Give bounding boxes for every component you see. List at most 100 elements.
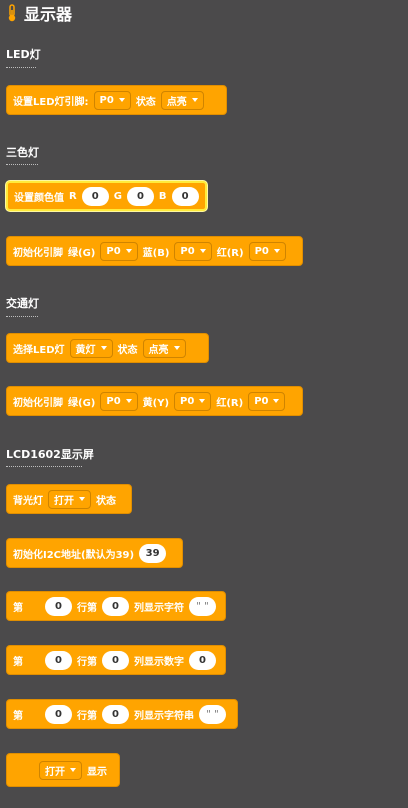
rgb-green-pin-value: P0	[106, 245, 121, 257]
traffic-red-pin-value: P0	[254, 395, 269, 407]
led-state-label: 状态	[135, 96, 156, 108]
lcd-show-string-block[interactable]: 第 0 行第 0 列显示字符串 " "	[6, 699, 238, 729]
led-pin-value: P0	[99, 94, 114, 106]
rgb-g-label: G	[113, 190, 122, 202]
lcd-num-suffix: 列显示数字	[134, 656, 184, 668]
lcd-display-value: 打开	[45, 766, 65, 778]
rgb-g-input[interactable]: 0	[126, 186, 154, 206]
rgb-blue-pin-value: P0	[180, 245, 195, 257]
led-set-pin-block[interactable]: 设置LED灯引脚: P0 状态 点亮	[6, 85, 227, 115]
lcd-backlight-block[interactable]: 背光灯 打开 状态	[6, 484, 132, 514]
rgb-init-label: 初始化引脚	[13, 247, 63, 259]
rgb-green-pin-dropdown[interactable]: P0	[100, 241, 138, 261]
category-header: 显示器	[6, 2, 72, 24]
chevron-down-icon	[173, 346, 180, 350]
section-lcd-divider	[6, 466, 82, 467]
rgb-r-input[interactable]: 0	[81, 186, 109, 206]
rgb-blue-pin-dropdown[interactable]: P0	[174, 241, 212, 261]
rgb-red-label: 红(R)	[216, 247, 244, 259]
section-lcd-title: LCD1602显示屏	[6, 448, 94, 461]
lcd-display-block[interactable]: 打开 显示	[6, 753, 120, 787]
section-traffic-title: 交通灯	[6, 297, 39, 310]
lcd-display-dropdown[interactable]: 打开	[39, 760, 82, 780]
section-led-divider	[6, 67, 36, 68]
led-state-dropdown[interactable]: 点亮	[160, 90, 204, 110]
lcd-str-text-input[interactable]: " "	[199, 704, 226, 724]
rgb-red-pin-value: P0	[254, 245, 269, 257]
section-rgb-title: 三色灯	[6, 146, 39, 159]
rgb-set-color-block[interactable]: 设置颜色值 R 0 G 0 B 0	[6, 181, 207, 211]
lcd-num-row-input[interactable]: 0	[45, 650, 72, 670]
chevron-down-icon	[273, 249, 280, 253]
traffic-state-dropdown[interactable]: 点亮	[142, 338, 186, 358]
lcd-num-row-label: 行第	[77, 656, 97, 668]
traffic-init-label: 初始化引脚	[13, 397, 63, 409]
section-traffic-divider	[6, 316, 38, 317]
lcd-backlight-label: 背光灯	[13, 495, 43, 507]
lcd-char-col-input[interactable]: 0	[102, 596, 129, 616]
rgb-set-color-label: 设置颜色值	[14, 192, 64, 204]
lcd-char-row-input[interactable]: 0	[45, 596, 72, 616]
section-led-title: LED灯	[6, 48, 41, 61]
rgb-red-pin-dropdown[interactable]: P0	[248, 241, 286, 261]
chevron-down-icon	[125, 399, 132, 403]
traffic-yellow-pin-dropdown[interactable]: P0	[174, 391, 212, 411]
chevron-down-icon	[100, 346, 107, 350]
traffic-green-label: 绿(G)	[68, 397, 96, 409]
traffic-select-led-block[interactable]: 选择LED灯 黄灯 状态 点亮	[6, 333, 209, 363]
led-state-value: 点亮	[166, 96, 187, 108]
traffic-init-pins-block[interactable]: 初始化引脚 绿(G) P0 黄(Y) P0 红(R) P0	[6, 386, 303, 416]
lcd-char-suffix: 列显示字符	[134, 602, 184, 614]
rgb-green-label: 绿(G)	[68, 247, 96, 259]
thermometer-icon	[8, 4, 16, 22]
traffic-select-label: 选择LED灯	[13, 344, 65, 356]
led-pin-dropdown[interactable]: P0	[93, 90, 131, 110]
traffic-red-label: 红(R)	[216, 397, 244, 409]
rgb-blue-label: 蓝(B)	[142, 247, 170, 259]
lcd-backlight-state-label: 状态	[96, 495, 116, 507]
lcd-char-prefix: 第	[13, 602, 23, 614]
chevron-down-icon	[191, 98, 198, 102]
traffic-red-pin-dropdown[interactable]: P0	[248, 391, 286, 411]
lcd-i2c-label: 初始化I2C地址(默认为39)	[13, 549, 135, 561]
led-set-pin-label: 设置LED灯引脚:	[13, 96, 89, 108]
chevron-down-icon	[125, 249, 132, 253]
lcd-str-row-label: 行第	[77, 710, 97, 722]
traffic-state-label: 状态	[117, 344, 138, 356]
lcd-char-text-input[interactable]: " "	[189, 596, 216, 616]
lcd-i2c-init-block[interactable]: 初始化I2C地址(默认为39) 39	[6, 538, 183, 568]
lcd-str-col-input[interactable]: 0	[102, 704, 129, 724]
lcd-char-row-label: 行第	[77, 602, 97, 614]
lcd-str-prefix: 第	[13, 710, 23, 722]
traffic-yellow-label: 黄(Y)	[142, 397, 170, 409]
traffic-green-pin-value: P0	[106, 395, 121, 407]
lcd-show-char-block[interactable]: 第 0 行第 0 列显示字符 " "	[6, 591, 226, 621]
lcd-backlight-value: 打开	[54, 495, 74, 507]
lcd-show-number-block[interactable]: 第 0 行第 0 列显示数字 0	[6, 645, 226, 675]
lcd-display-label: 显示	[87, 766, 107, 778]
traffic-light-dropdown[interactable]: 黄灯	[69, 338, 113, 358]
chevron-down-icon	[70, 768, 76, 772]
lcd-i2c-address-input[interactable]: 39	[139, 543, 167, 563]
section-rgb-divider	[6, 164, 38, 165]
traffic-light-value: 黄灯	[75, 344, 96, 356]
traffic-yellow-pin-value: P0	[180, 395, 195, 407]
rgb-b-input[interactable]: 0	[171, 186, 199, 206]
lcd-str-suffix: 列显示字符串	[134, 710, 194, 722]
chevron-down-icon	[199, 249, 206, 253]
lcd-num-value-input[interactable]: 0	[189, 650, 216, 670]
chevron-down-icon	[273, 399, 280, 403]
chevron-down-icon	[118, 98, 125, 102]
lcd-num-col-input[interactable]: 0	[102, 650, 129, 670]
rgb-r-label: R	[69, 190, 77, 202]
chevron-down-icon	[199, 399, 206, 403]
traffic-state-value: 点亮	[148, 344, 169, 356]
lcd-num-prefix: 第	[13, 656, 23, 668]
lcd-str-row-input[interactable]: 0	[45, 704, 72, 724]
category-title: 显示器	[24, 5, 73, 24]
chevron-down-icon	[79, 497, 85, 501]
rgb-b-label: B	[158, 190, 167, 202]
traffic-green-pin-dropdown[interactable]: P0	[100, 391, 138, 411]
rgb-init-pins-block[interactable]: 初始化引脚 绿(G) P0 蓝(B) P0 红(R) P0	[6, 236, 303, 266]
lcd-backlight-dropdown[interactable]: 打开	[48, 489, 91, 509]
